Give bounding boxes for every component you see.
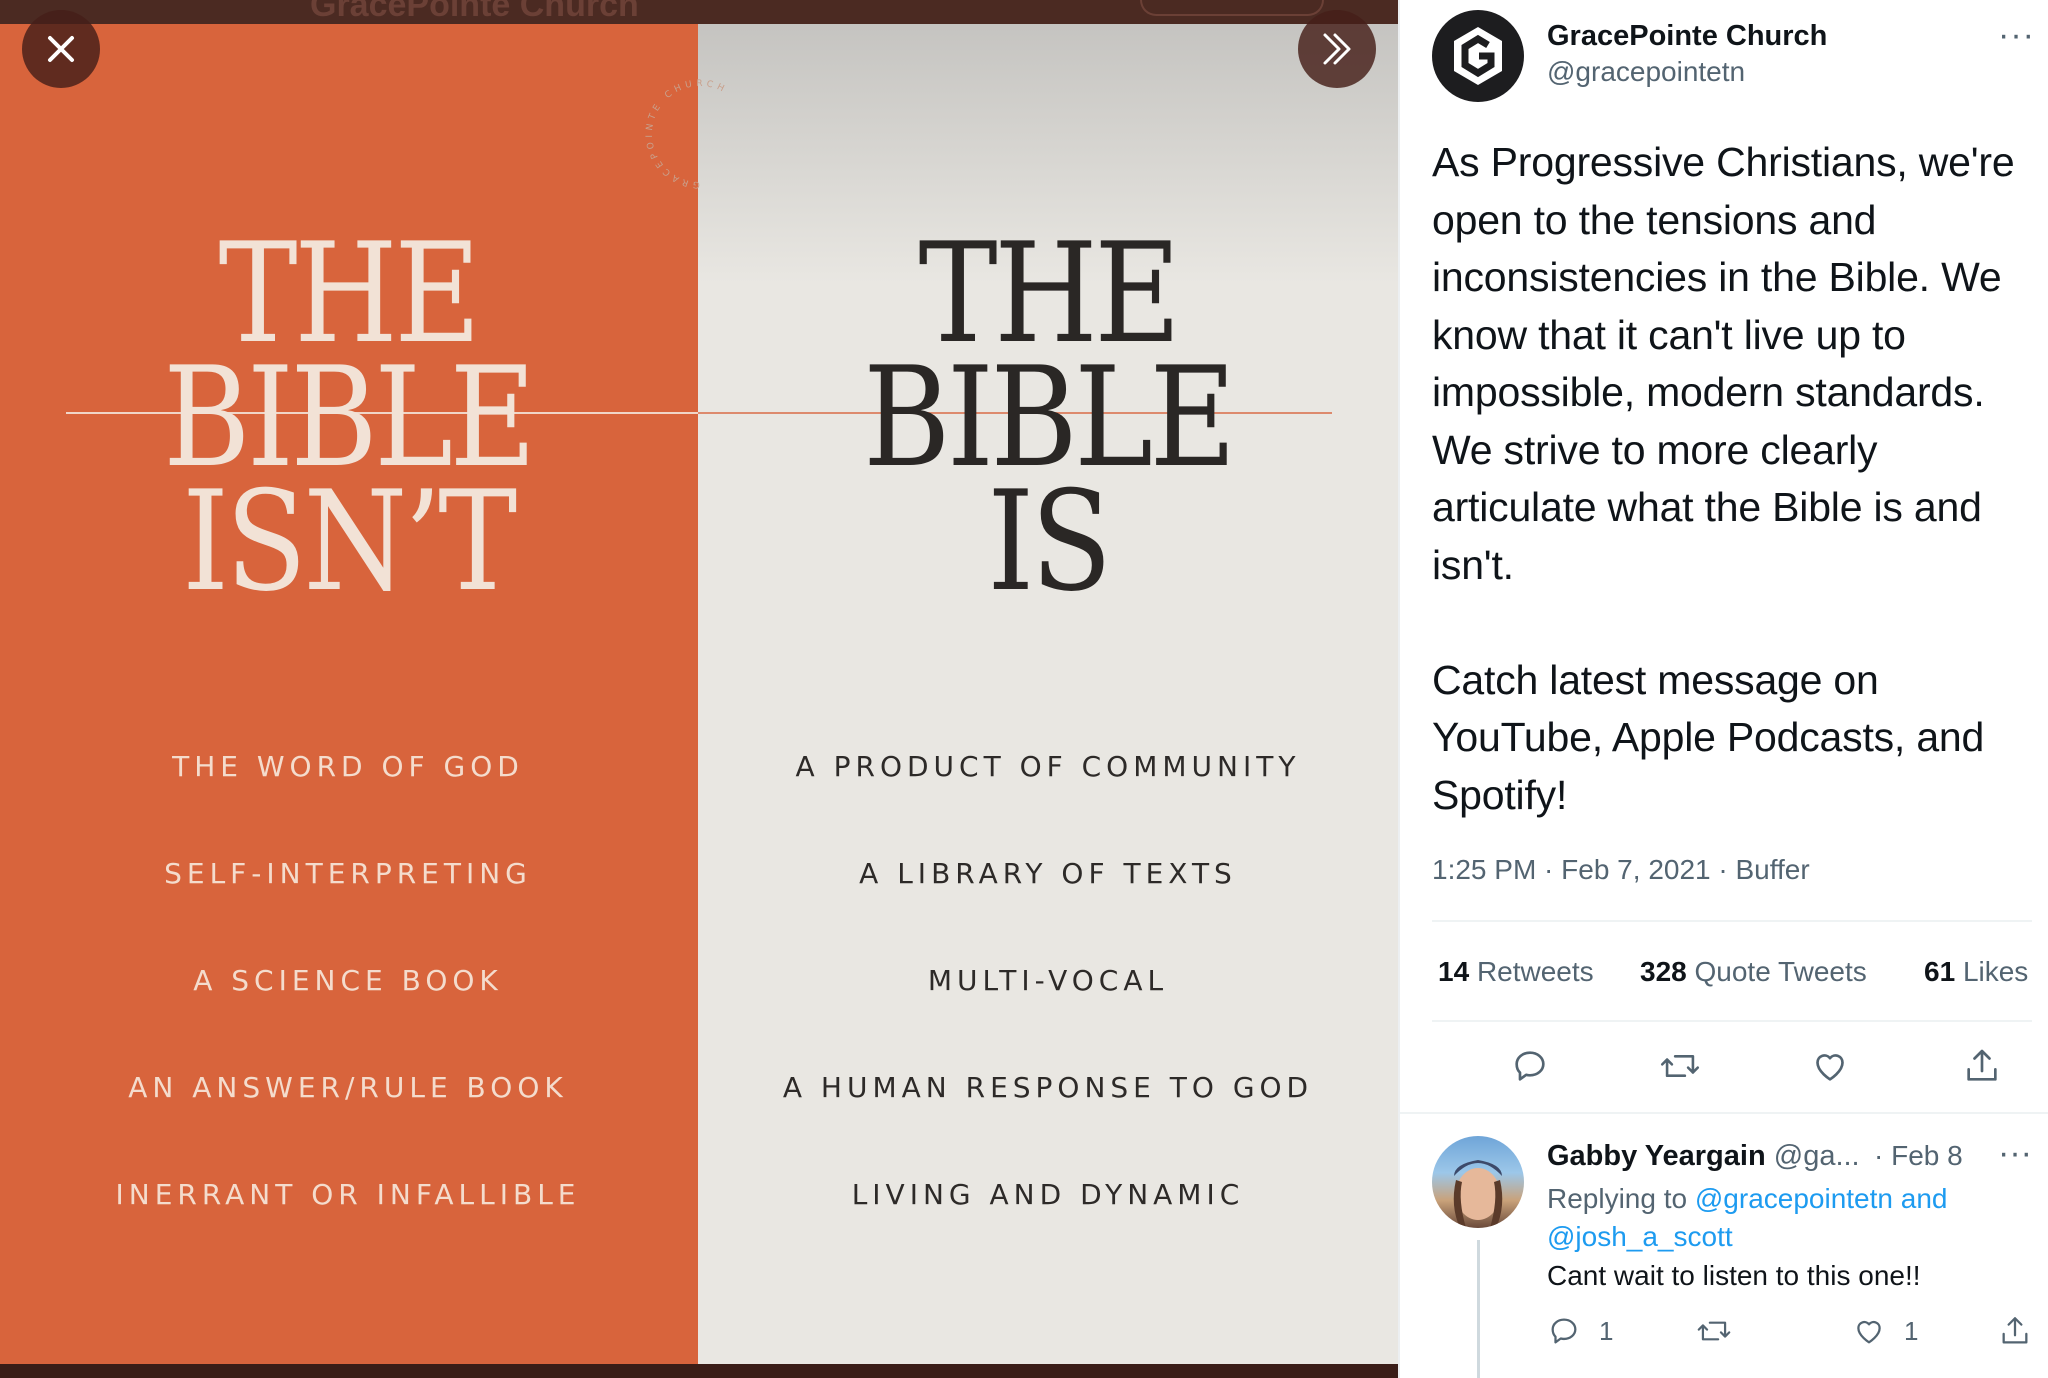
next-image-button[interactable] <box>1298 10 1376 88</box>
reply-retweet-button[interactable] <box>1696 1314 1732 1348</box>
share-icon <box>2002 1317 2028 1344</box>
gracepointe-logo-icon <box>1454 27 1502 85</box>
quote-tweets-stat[interactable]: 328 Quote Tweets <box>1640 956 1867 988</box>
author-name[interactable]: GracePointe Church <box>1547 20 1827 53</box>
heading-bible-isnt: THE BIBLE ISN’T <box>163 213 536 622</box>
likes-label: Likes <box>1962 956 2029 987</box>
retweet-button[interactable] <box>1656 1042 1704 1090</box>
retweet-icon <box>1697 1321 1731 1341</box>
retweet-icon <box>1660 1055 1700 1077</box>
separator <box>1432 920 2032 922</box>
seal-text: GRACEPOINTE CHURCH <box>645 79 725 189</box>
is-item: A LIBRARY OF TEXTS <box>859 857 1237 890</box>
background-follow-button <box>1140 0 1324 16</box>
reply-author-avatar[interactable] <box>1432 1136 1524 1228</box>
author-avatar[interactable] <box>1432 10 1524 102</box>
likes-stat[interactable]: 61 Likes <box>1924 956 2028 988</box>
double-chevron-right-icon <box>1323 33 1351 65</box>
reply-date[interactable]: · Feb 8 <box>1874 1140 1963 1172</box>
isnt-item: SELF-INTERPRETING <box>164 857 532 890</box>
share-icon <box>1967 1049 1997 1081</box>
like-button[interactable] <box>1806 1042 1854 1090</box>
heart-icon <box>1857 1320 1881 1344</box>
quote-tweets-count: 328 <box>1640 956 1687 987</box>
reply-author[interactable]: Gabby Yeargain @ga... <box>1547 1140 1860 1173</box>
church-seal-logo: GRACEPOINTE CHURCH <box>645 79 729 189</box>
separator <box>1400 1112 2048 1114</box>
reply-icon <box>1515 1051 1545 1081</box>
isnt-item: AN ANSWER/RULE BOOK <box>128 1071 568 1104</box>
is-item: LIVING AND DYNAMIC <box>851 1178 1245 1211</box>
quote-tweets-label: Quote Tweets <box>1694 956 1867 987</box>
share-button[interactable] <box>1958 1042 2006 1090</box>
reply-author-handle: @ga... <box>1773 1140 1860 1172</box>
thread-line <box>1477 1240 1480 1378</box>
reply-more-options-button[interactable]: ··· <box>1998 1134 2032 1173</box>
close-button[interactable] <box>22 10 100 88</box>
reply-count: 1 <box>1599 1315 1614 1346</box>
reply-share-button[interactable] <box>1998 1314 2032 1348</box>
replying-and-text: and <box>1900 1183 1948 1214</box>
retweets-stat[interactable]: 14 Retweets <box>1438 956 1594 988</box>
viewer-bottom-bar <box>0 1364 1398 1378</box>
isnt-item: INERRANT OR INFALLIBLE <box>115 1178 581 1211</box>
reply-reply-button[interactable]: 1 <box>1547 1314 1613 1348</box>
media-viewer: GracePointe Church THE BIBLE ISN’T THE B… <box>0 0 1398 1378</box>
heading-bible-is: THE BIBLE IS <box>863 213 1236 622</box>
svg-text:GRACEPOINTE CHURCH: GRACEPOINTE CHURCH <box>645 79 729 189</box>
replying-to: Replying to @gracepointetn and @josh_a_s… <box>1547 1180 2027 1256</box>
is-item: A HUMAN RESPONSE TO GOD <box>782 1071 1314 1104</box>
author-handle[interactable]: @gracepointetn <box>1547 56 1745 88</box>
tweet-timestamp[interactable]: 1:25 PM · Feb 7, 2021 · Buffer <box>1432 854 1810 886</box>
like-count: 1 <box>1904 1315 1919 1346</box>
background-title: GracePointe Church <box>310 0 639 24</box>
tweet-panel: GracePointe Church @gracepointetn ··· As… <box>1400 0 2048 1378</box>
heart-icon <box>1816 1054 1844 1081</box>
more-options-button[interactable]: ··· <box>1998 16 2035 55</box>
separator <box>1432 1020 2032 1022</box>
reply-like-button[interactable]: 1 <box>1852 1314 1918 1348</box>
isnt-item: THE WORD OF GOD <box>172 750 524 783</box>
person-photo <box>1453 1160 1503 1228</box>
is-item: A PRODUCT OF COMMUNITY <box>795 750 1301 783</box>
likes-count: 61 <box>1924 956 1956 987</box>
is-item: MULTI-VOCAL <box>927 964 1169 997</box>
close-icon <box>48 36 74 62</box>
isnt-item: A SCIENCE BOOK <box>193 964 503 997</box>
reply-button[interactable] <box>1506 1042 1554 1090</box>
reply-text: Cant wait to listen to this one!! <box>1547 1260 1921 1291</box>
retweets-count: 14 <box>1438 956 1470 987</box>
retweets-label: Retweets <box>1476 956 1594 987</box>
mention-link[interactable]: @josh_a_scott <box>1547 1221 1733 1252</box>
mention-link[interactable]: @gracepointetn <box>1695 1183 1893 1214</box>
reply-icon <box>1551 1318 1577 1344</box>
reply-author-name: Gabby Yeargain <box>1547 1140 1766 1172</box>
replying-to-label: Replying to <box>1547 1183 1688 1214</box>
background-header: GracePointe Church <box>0 0 1398 24</box>
tweet-text: As Progressive Christians, we're open to… <box>1432 139 2015 818</box>
